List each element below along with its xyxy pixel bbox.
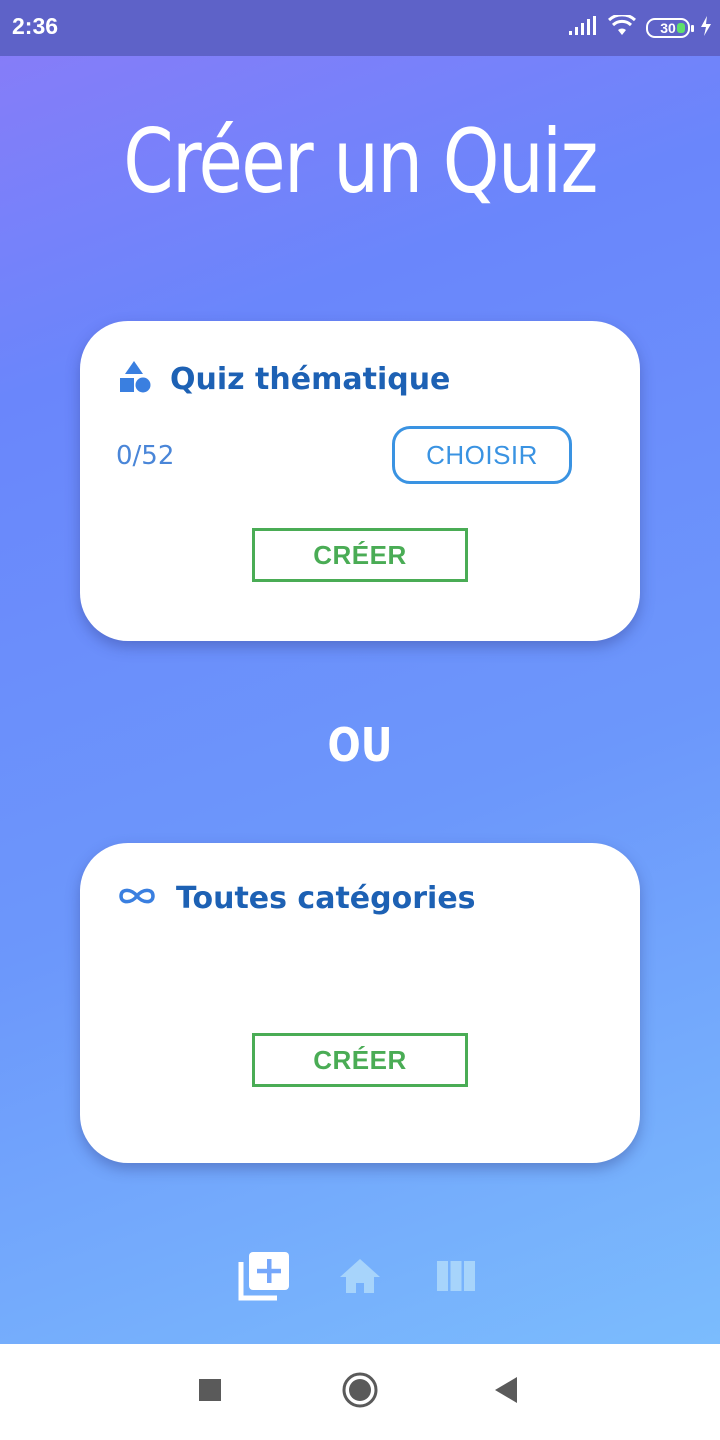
page-title: Créer un Quiz [123, 110, 598, 213]
battery-icon: 30 [646, 18, 694, 38]
thematic-quiz-card: Quiz thématique 0/52 CHOISIR CRÉER [80, 321, 640, 641]
back-triangle-icon [493, 1376, 519, 1409]
view-column-icon [437, 1260, 475, 1296]
nav-collection[interactable] [428, 1250, 484, 1306]
shapes-icon [116, 359, 152, 400]
system-navigation-bar [0, 1344, 720, 1440]
status-icons: 30 [568, 12, 712, 42]
home-icon [338, 1257, 382, 1300]
all-categories-card: Toutes catégories CRÉER [80, 843, 640, 1163]
selected-themes-count: 0/52 [116, 441, 175, 471]
app-screen: 2:36 30 Créer un Quiz Quiz thématique 0/… [0, 0, 720, 1344]
wifi-icon [607, 12, 637, 42]
recent-apps-button[interactable] [186, 1368, 234, 1416]
charging-icon [700, 15, 712, 41]
home-circle-icon [341, 1371, 379, 1414]
recent-apps-icon [198, 1378, 222, 1407]
battery-tip [691, 25, 694, 32]
create-all-categories-quiz-button[interactable]: CRÉER [252, 1033, 468, 1087]
or-separator: OU [327, 718, 393, 772]
status-bar: 2:36 30 [0, 0, 720, 56]
bottom-navigation [0, 1250, 720, 1306]
card-title: Toutes catégories [176, 881, 476, 916]
nav-create-quiz[interactable] [236, 1250, 292, 1306]
back-button[interactable] [482, 1368, 530, 1416]
create-thematic-quiz-button[interactable]: CRÉER [252, 528, 468, 582]
card-header: Toutes catégories [116, 881, 476, 916]
infinity-icon [116, 884, 158, 913]
add-to-library-icon [237, 1250, 291, 1307]
card-title: Quiz thématique [170, 362, 451, 397]
battery-level: 30 [660, 20, 676, 36]
status-time: 2:36 [12, 13, 59, 39]
nav-home[interactable] [332, 1250, 388, 1306]
system-home-button[interactable] [336, 1368, 384, 1416]
signal-icon [568, 15, 598, 41]
choose-themes-button[interactable]: CHOISIR [392, 426, 572, 484]
card-header: Quiz thématique [116, 359, 450, 400]
battery-fill [677, 23, 685, 33]
